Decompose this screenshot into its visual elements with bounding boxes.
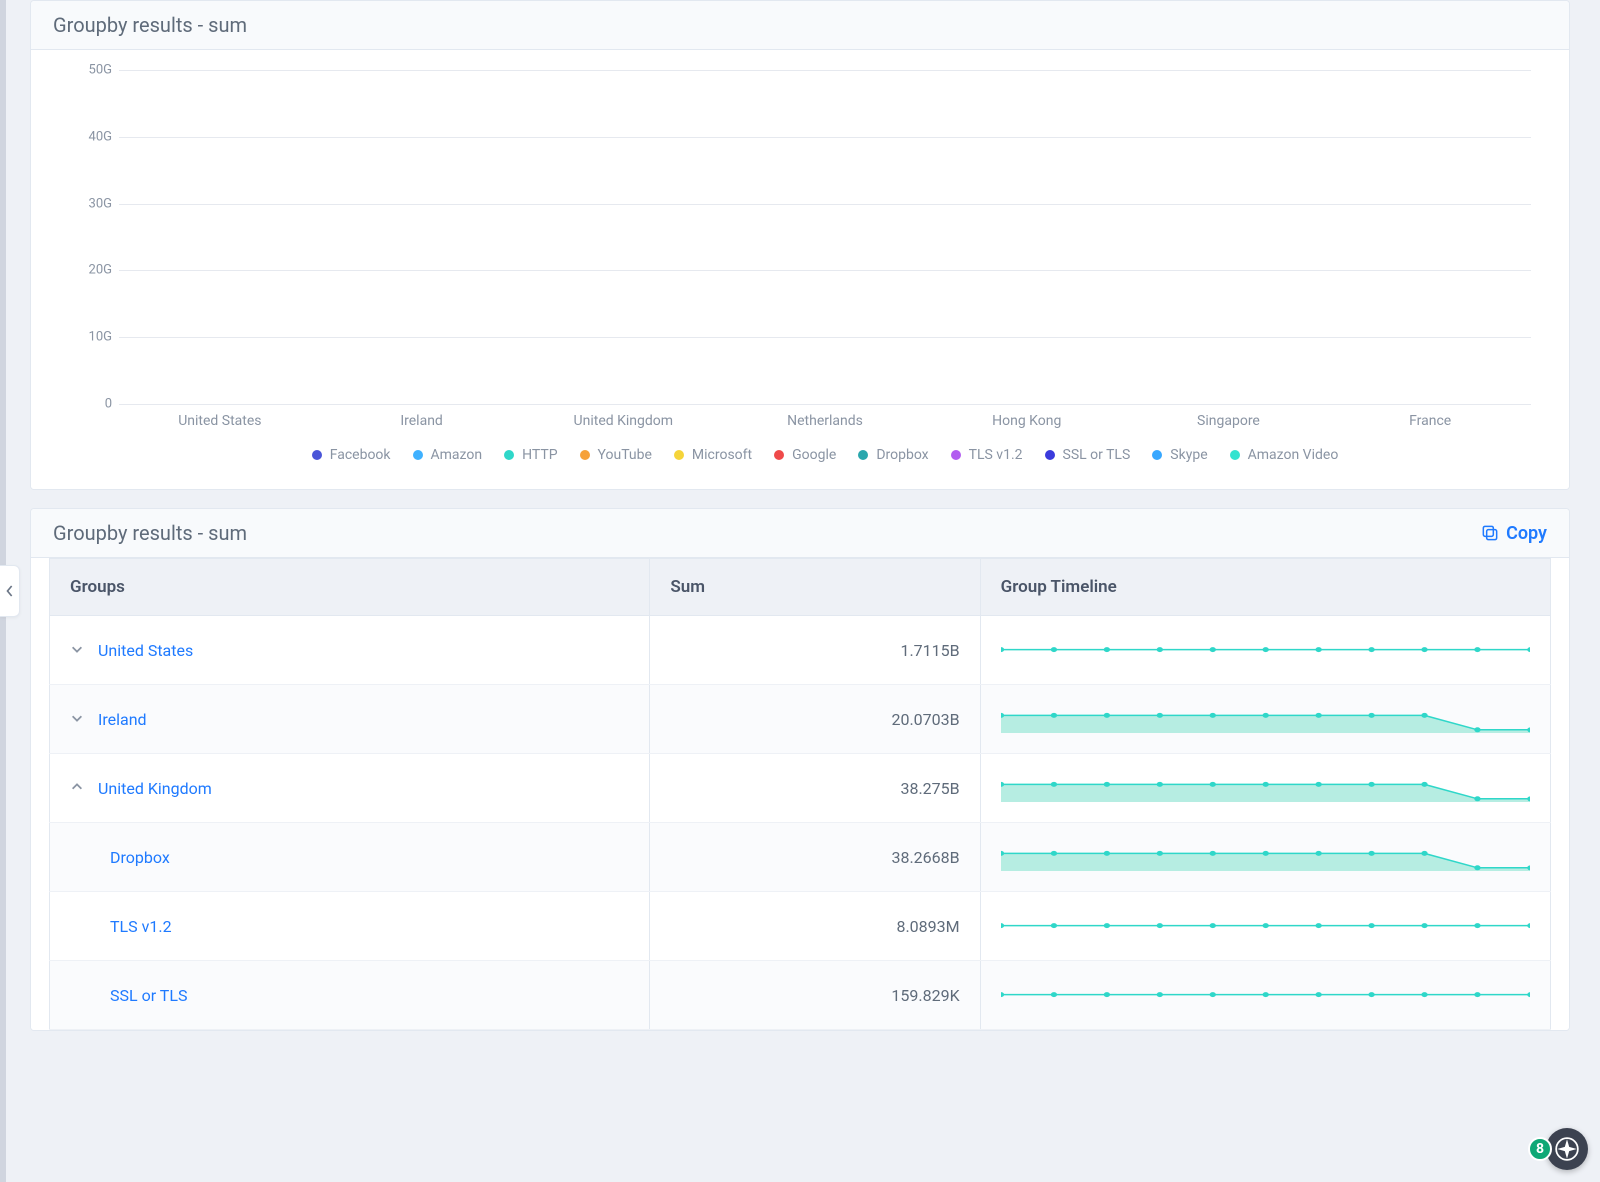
x-tick: Singapore (1128, 413, 1330, 429)
legend-item[interactable]: Facebook (312, 447, 391, 463)
legend-label: Microsoft (692, 447, 752, 463)
legend-dot-icon (1152, 450, 1162, 460)
sparkline-cell (980, 961, 1550, 1030)
legend-label: Dropbox (876, 447, 928, 463)
sum-cell: 38.2668B (650, 823, 980, 892)
legend-item[interactable]: Microsoft (674, 447, 752, 463)
widget-count-badge: 8 (1528, 1137, 1552, 1161)
left-collapse-handle[interactable] (0, 565, 20, 617)
legend-dot-icon (674, 450, 684, 460)
legend-item[interactable]: YouTube (580, 447, 652, 463)
legend-dot-icon (312, 450, 322, 460)
y-tick: 50G (64, 63, 112, 78)
group-child-link[interactable]: TLS v1.2 (110, 917, 172, 936)
legend-label: HTTP (522, 447, 557, 463)
chart-panel: Groupby results - sum 0 10G 20G 30G 40G 50G U… (30, 0, 1570, 490)
y-tick: 10G (64, 330, 112, 345)
sum-cell: 8.0893M (650, 892, 980, 961)
legend-label: YouTube (598, 447, 652, 463)
legend-dot-icon (1230, 450, 1240, 460)
col-header-timeline[interactable]: Group Timeline (980, 559, 1550, 616)
col-header-sum[interactable]: Sum (650, 559, 980, 616)
y-tick: 30G (64, 196, 112, 211)
table-row: Ireland 20.0703B (50, 685, 1551, 754)
x-tick: United States (119, 413, 321, 429)
copy-button[interactable]: Copy (1480, 523, 1547, 544)
legend-dot-icon (858, 450, 868, 460)
table-row: United States 1.7115B (50, 616, 1551, 685)
legend-label: Amazon Video (1248, 447, 1339, 463)
panel-title: Groupby results - sum (53, 13, 247, 37)
legend-item[interactable]: Skype (1152, 447, 1207, 463)
legend-dot-icon (774, 450, 784, 460)
x-tick: Ireland (321, 413, 523, 429)
chevron-up-icon[interactable] (70, 779, 84, 798)
legend-dot-icon (1045, 450, 1055, 460)
legend-label: TLS v1.2 (969, 447, 1023, 463)
x-tick: Netherlands (724, 413, 926, 429)
legend-dot-icon (413, 450, 423, 460)
legend-item[interactable]: TLS v1.2 (951, 447, 1023, 463)
group-child-link[interactable]: Dropbox (110, 848, 170, 867)
sparkline-cell (980, 823, 1550, 892)
chevron-down-icon[interactable] (70, 710, 84, 729)
copy-icon (1480, 523, 1500, 543)
legend-label: Amazon (431, 447, 483, 463)
group-child-link[interactable]: SSL or TLS (110, 986, 187, 1005)
sparkline-cell (980, 685, 1550, 754)
table-row: TLS v1.2 8.0893M (50, 892, 1551, 961)
legend-dot-icon (951, 450, 961, 460)
legend-item[interactable]: SSL or TLS (1045, 447, 1131, 463)
x-tick: France (1329, 413, 1531, 429)
sparkline-cell (980, 892, 1550, 961)
legend-item[interactable]: Google (774, 447, 836, 463)
legend-item[interactable]: Amazon Video (1230, 447, 1339, 463)
help-widget[interactable]: 8 (1528, 1128, 1588, 1170)
table-row: SSL or TLS 159.829K (50, 961, 1551, 1030)
sum-cell: 159.829K (650, 961, 980, 1030)
y-tick: 40G (64, 129, 112, 144)
sum-cell: 20.0703B (650, 685, 980, 754)
legend-dot-icon (580, 450, 590, 460)
group-link[interactable]: United Kingdom (98, 779, 212, 798)
legend-label: SSL or TLS (1063, 447, 1131, 463)
legend-label: Facebook (330, 447, 391, 463)
y-tick: 0 (64, 397, 112, 412)
group-link[interactable]: Ireland (98, 710, 147, 729)
chevron-down-icon[interactable] (70, 641, 84, 660)
panel-title: Groupby results - sum (53, 521, 247, 545)
x-tick: United Kingdom (522, 413, 724, 429)
legend-item[interactable]: Dropbox (858, 447, 928, 463)
x-tick: Hong Kong (926, 413, 1128, 429)
legend-dot-icon (504, 450, 514, 460)
compass-icon (1546, 1128, 1588, 1170)
legend-label: Google (792, 447, 836, 463)
legend-label: Skype (1170, 447, 1207, 463)
legend-item[interactable]: Amazon (413, 447, 483, 463)
groupby-bar-chart: 010G20G30G40G50G United StatesIrelandUni… (59, 70, 1541, 465)
y-tick: 20G (64, 263, 112, 278)
sum-cell: 38.275B (650, 754, 980, 823)
table-row: Dropbox 38.2668B (50, 823, 1551, 892)
legend-item[interactable]: HTTP (504, 447, 557, 463)
sparkline-cell (980, 616, 1550, 685)
table-row: United Kingdom 38.275B (50, 754, 1551, 823)
col-header-groups[interactable]: Groups (50, 559, 650, 616)
sparkline-cell (980, 754, 1550, 823)
sum-cell: 1.7115B (650, 616, 980, 685)
groupby-table: Groups Sum Group Timeline United States 1… (49, 558, 1551, 1030)
table-panel: Groupby results - sum Copy Groups Sum Gr… (30, 508, 1570, 1031)
group-link[interactable]: United States (98, 641, 193, 660)
